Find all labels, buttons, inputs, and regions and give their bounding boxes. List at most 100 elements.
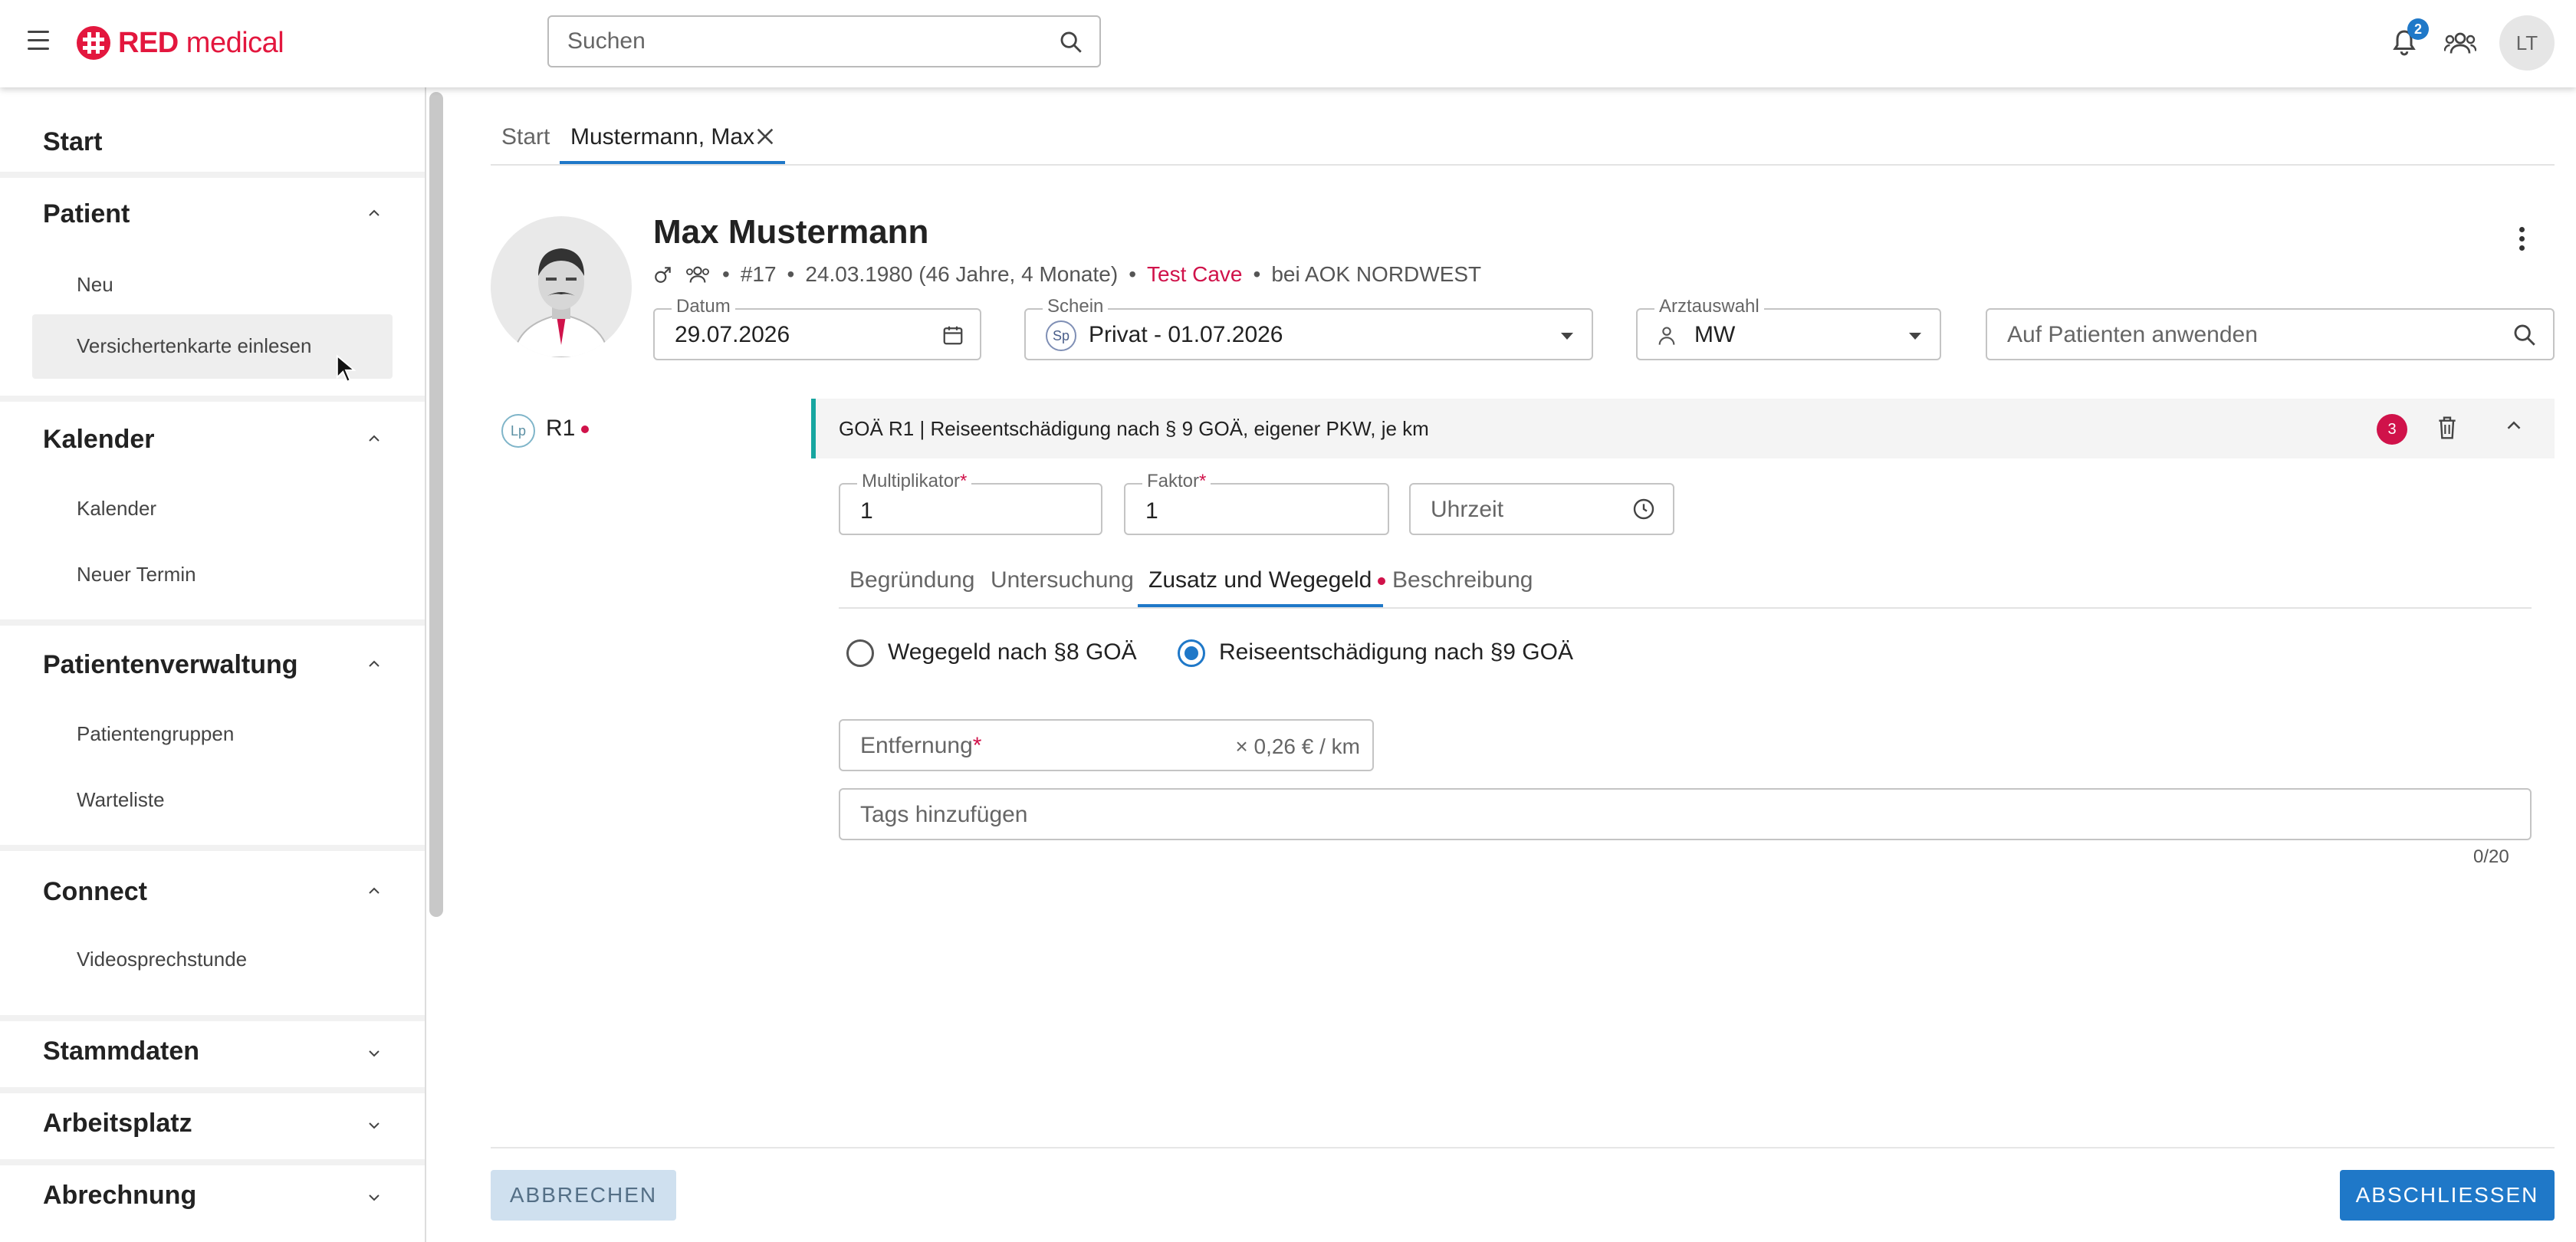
close-icon[interactable] bbox=[753, 124, 777, 149]
tags-input[interactable]: Tags hinzufügen bbox=[839, 788, 2532, 840]
sidebar-section-title[interactable]: Patientenverwaltung bbox=[43, 650, 298, 680]
sidebar-section-connect: Connect Videosprechstunde bbox=[0, 851, 426, 1015]
entry-title: GOÄ R1 | Reiseentschädigung nach § 9 GOÄ… bbox=[839, 417, 1429, 440]
uhrzeit-field[interactable]: Uhrzeit bbox=[1409, 483, 1674, 535]
sidebar-section-abrechnung[interactable]: Abrechnung bbox=[0, 1165, 426, 1242]
sidebar-section-arbeitsplatz[interactable]: Arbeitsplatz bbox=[0, 1093, 426, 1159]
chevron-up-icon[interactable] bbox=[365, 204, 383, 222]
search-icon[interactable] bbox=[2512, 322, 2538, 348]
tab-begruendung[interactable]: Begründung bbox=[849, 567, 974, 593]
trash-icon[interactable] bbox=[2435, 414, 2459, 442]
tab-untersuchung[interactable]: Untersuchung bbox=[991, 567, 1134, 593]
finish-button[interactable]: ABSCHLIESSEN bbox=[2340, 1170, 2555, 1221]
radio-reiseentschaedigung-label[interactable]: Reiseentschädigung nach §9 GOÄ bbox=[1219, 639, 1573, 665]
sidebar-item-neu[interactable]: Neu bbox=[77, 273, 113, 297]
multiplikator-field[interactable]: Multiplikator* 1 bbox=[839, 471, 1102, 535]
user-avatar[interactable]: LT bbox=[2499, 15, 2555, 71]
multiplikator-label: Multiplikator* bbox=[857, 471, 972, 492]
sidebar-section-title: Arbeitsplatz bbox=[43, 1109, 192, 1138]
sidebar-item-neuer-termin[interactable]: Neuer Termin bbox=[77, 563, 196, 586]
sidebar-item-videosprechstunde[interactable]: Videosprechstunde bbox=[77, 948, 247, 971]
radio-reiseentschaedigung[interactable] bbox=[1178, 639, 1205, 667]
entfernung-unit: × 0,26 € / km bbox=[1235, 734, 1360, 758]
sidebar-item-versichertenkarte[interactable]: Versichertenkarte einlesen bbox=[77, 334, 311, 358]
sidebar-start-label: Start bbox=[43, 127, 103, 156]
tab-patient[interactable]: Mustermann, Max bbox=[570, 124, 754, 150]
schein-type-badge: Sp bbox=[1046, 320, 1076, 351]
clock-icon[interactable] bbox=[1631, 497, 1656, 521]
family-icon[interactable] bbox=[684, 264, 711, 285]
patient-avatar bbox=[491, 216, 632, 357]
top-bar: RED medical Suchen 2 LT bbox=[0, 0, 2576, 87]
patient-name: Max Mustermann bbox=[653, 213, 929, 251]
entfernung-field[interactable]: Entfernung* × 0,26 € / km bbox=[839, 719, 1374, 771]
sidebar-item-kalender[interactable]: Kalender bbox=[77, 497, 156, 521]
sidebar-start[interactable]: Start bbox=[0, 87, 426, 172]
more-options-icon[interactable] bbox=[2519, 227, 2525, 255]
mouse-cursor-icon bbox=[336, 354, 356, 383]
chevron-up-icon[interactable] bbox=[365, 882, 383, 900]
required-dot bbox=[1378, 577, 1386, 586]
sidebar-section-title[interactable]: Kalender bbox=[43, 425, 155, 455]
faktor-field[interactable]: Faktor* 1 bbox=[1124, 471, 1389, 535]
chevron-up-icon[interactable] bbox=[365, 429, 383, 448]
entry-count-badge: 3 bbox=[2377, 414, 2407, 445]
tab-zusatz-und-wegegeld[interactable]: Zusatz und Wegegeld bbox=[1148, 567, 1386, 593]
sidebar-item-warteliste[interactable]: Warteliste bbox=[77, 788, 165, 812]
separator: • bbox=[1129, 262, 1136, 286]
cancel-button[interactable]: ABBRECHEN bbox=[491, 1170, 676, 1221]
patient-insurance: bei AOK NORDWEST bbox=[1271, 262, 1482, 286]
uhrzeit-placeholder: Uhrzeit bbox=[1431, 497, 1504, 522]
radio-wegegeld-label[interactable]: Wegegeld nach §8 GOÄ bbox=[888, 639, 1137, 665]
datum-field[interactable]: Datum 29.07.2026 bbox=[653, 296, 981, 360]
sidebar-section-stammdaten[interactable]: Stammdaten bbox=[0, 1021, 426, 1087]
chevron-down-icon[interactable] bbox=[365, 1188, 383, 1207]
sidebar-section-patientenverwaltung: Patientenverwaltung Patientengruppen War… bbox=[0, 626, 426, 845]
calendar-icon[interactable] bbox=[941, 324, 964, 347]
faktor-value: 1 bbox=[1145, 498, 1158, 524]
sidebar-item-patientengruppen[interactable]: Patientengruppen bbox=[77, 722, 234, 746]
dropdown-arrow-icon[interactable] bbox=[1558, 328, 1576, 343]
arztauswahl-select[interactable]: Arztauswahl MW bbox=[1636, 296, 1941, 360]
chevron-down-icon[interactable] bbox=[365, 1116, 383, 1135]
menu-icon[interactable] bbox=[28, 31, 49, 52]
patient-birthdate: 24.03.1980 (46 Jahre, 4 Monate) bbox=[805, 262, 1119, 286]
separator: • bbox=[787, 262, 795, 286]
datum-value: 29.07.2026 bbox=[675, 322, 790, 347]
male-icon bbox=[655, 267, 671, 283]
separator: • bbox=[1253, 262, 1261, 286]
tab-start[interactable]: Start bbox=[501, 124, 550, 150]
schein-select[interactable]: Schein Sp Privat - 01.07.2026 bbox=[1024, 296, 1593, 360]
active-subtab-indicator bbox=[1138, 604, 1383, 607]
schein-value: Privat - 01.07.2026 bbox=[1089, 322, 1283, 347]
patient-meta: • #17 • 24.03.1980 (46 Jahre, 4 Monate) … bbox=[653, 262, 1481, 287]
sidebar-divider bbox=[425, 87, 426, 1242]
patient-cave[interactable]: Test Cave bbox=[1147, 262, 1243, 287]
tags-placeholder: Tags hinzufügen bbox=[860, 802, 1028, 827]
brand-logo[interactable]: RED medical bbox=[77, 25, 284, 61]
global-search-input[interactable]: Suchen bbox=[547, 15, 1101, 67]
users-icon[interactable] bbox=[2444, 29, 2476, 57]
chevron-down-icon[interactable] bbox=[365, 1044, 383, 1063]
arztauswahl-value: MW bbox=[1694, 322, 1736, 347]
radio-wegegeld[interactable] bbox=[846, 639, 874, 667]
entry-accent-bar bbox=[811, 399, 816, 458]
schein-label: Schein bbox=[1043, 296, 1109, 317]
chevron-up-icon[interactable] bbox=[2502, 414, 2525, 437]
dropdown-arrow-icon[interactable] bbox=[1906, 328, 1924, 343]
datum-label: Datum bbox=[672, 296, 735, 317]
tab-beschreibung[interactable]: Beschreibung bbox=[1392, 567, 1533, 593]
sidebar-scrollbar[interactable] bbox=[429, 92, 443, 917]
sidebar-section-patient: Patient Neu Versichertenkarte einlesen bbox=[0, 178, 426, 396]
search-placeholder: Suchen bbox=[567, 28, 646, 54]
sidebar-section-title[interactable]: Connect bbox=[43, 877, 147, 907]
sidebar-section-title: Stammdaten bbox=[43, 1037, 200, 1066]
sidebar: Start Patient Neu Versichertenkarte einl… bbox=[0, 87, 426, 1242]
lp-badge: Lp bbox=[501, 414, 535, 448]
search-icon[interactable] bbox=[1058, 29, 1084, 55]
chevron-up-icon[interactable] bbox=[365, 655, 383, 673]
sidebar-section-title[interactable]: Patient bbox=[43, 199, 130, 229]
apply-to-patient-input[interactable]: Auf Patienten anwenden bbox=[1986, 308, 2555, 360]
separator: • bbox=[722, 262, 730, 286]
active-tab-indicator bbox=[560, 161, 785, 164]
